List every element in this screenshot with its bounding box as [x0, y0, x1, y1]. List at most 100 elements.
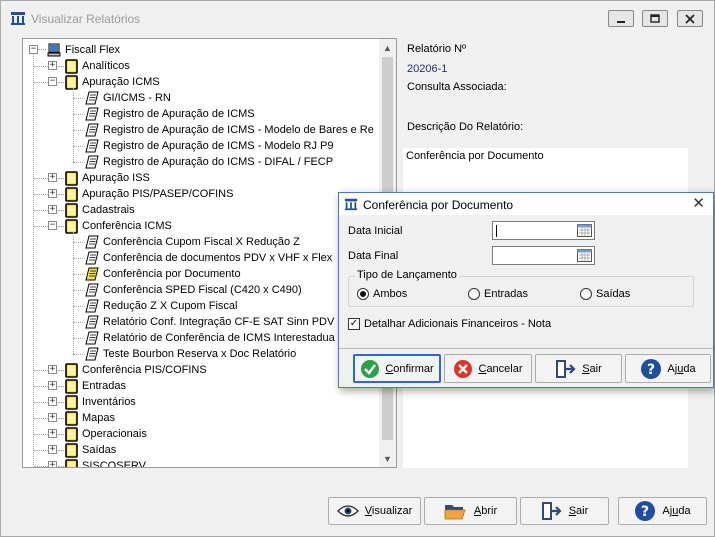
tree-item-label: GI/ICMS - RN — [103, 92, 171, 104]
exit-door-icon — [541, 502, 562, 520]
tree-report-item[interactable]: Conferência de documentos PDV x VHF x Fl… — [85, 250, 332, 266]
folder-icon — [65, 458, 78, 467]
tree-item-label: Inventários — [82, 396, 136, 408]
tree-expand-toggle[interactable]: + — [48, 413, 57, 422]
report-icon — [85, 235, 99, 249]
tree-folder-item[interactable]: SISCOSERV — [65, 458, 146, 467]
dialog-ajuda-button[interactable]: ? Ajuda — [625, 354, 711, 383]
tree-report-item[interactable]: Conferência SPED Fiscal (C420 x C490) — [85, 282, 302, 298]
detalhar-checkbox[interactable]: ✓ Detalhar Adicionais Financeiros - Nota — [348, 318, 551, 330]
cancel-circle-icon — [454, 359, 473, 378]
tree-item-label: Conferência SPED Fiscal (C420 x C490) — [103, 284, 302, 296]
radio-ambos[interactable]: Ambos — [357, 288, 407, 300]
report-icon — [85, 283, 99, 297]
folder-icon — [65, 74, 78, 90]
tree-report-item[interactable]: Registro de Apuração do ICMS - DIFAL / F… — [85, 154, 333, 170]
radio-dot[interactable] — [580, 288, 592, 300]
tree-item-label: Registro de Apuração de ICMS — [103, 108, 255, 120]
tree-collapse-toggle[interactable]: − — [48, 221, 57, 230]
report-icon — [85, 267, 99, 281]
tree-folder-item[interactable]: Conferência PIS/COFINS — [65, 362, 207, 378]
tree-folder-item[interactable]: Inventários — [65, 394, 136, 410]
data-inicial-label: Data Inicial — [348, 225, 403, 237]
tree-report-item[interactable]: Relatório Conf. Integração CF-E SAT Sinn… — [85, 314, 341, 330]
radio-dot[interactable] — [357, 288, 369, 300]
visualizar-button[interactable]: Visualizar — [328, 497, 421, 525]
report-icon — [85, 155, 99, 169]
tree-folder-item[interactable]: Conferência ICMS — [65, 218, 172, 234]
tree-expand-toggle[interactable]: + — [48, 397, 57, 406]
tree-root[interactable]: Fiscall Flex — [47, 42, 120, 58]
exit-door-icon — [556, 359, 576, 378]
tree-item-label: Conferência de documentos PDV x VHF x Fl… — [103, 252, 333, 264]
checkbox-box[interactable]: ✓ — [348, 318, 360, 330]
scroll-up-arrow-icon[interactable]: ▲ — [379, 39, 396, 56]
tree-expand-toggle[interactable]: + — [48, 189, 57, 198]
close-icon — [685, 13, 695, 24]
minimize-icon — [617, 20, 625, 23]
dialog-close-icon[interactable]: ✕ — [692, 196, 705, 211]
data-final-input[interactable] — [492, 246, 595, 265]
maximize-button[interactable] — [642, 10, 668, 27]
tree-item-label: Relatório de Conferência de ICMS Interes… — [103, 332, 335, 344]
tree-expand-toggle[interactable]: + — [48, 61, 57, 70]
check-circle-icon — [361, 359, 380, 378]
tree-expand-toggle[interactable]: + — [48, 173, 57, 182]
tree-collapse-toggle[interactable]: − — [29, 45, 38, 54]
folder-icon — [65, 218, 78, 234]
tree-report-item[interactable]: Registro de Apuração de ICMS — [85, 106, 255, 122]
tree-report-item[interactable]: Redução Z X Cupom Fiscal — [85, 298, 238, 314]
abrir-button[interactable]: Abrir — [424, 497, 517, 525]
tree-expand-toggle[interactable]: + — [48, 461, 57, 467]
tree-report-item[interactable]: Conferência Cupom Fiscal X Redução Z — [85, 234, 300, 250]
scroll-down-arrow-icon[interactable]: ▼ — [379, 450, 396, 467]
radio-dot[interactable] — [468, 288, 480, 300]
dialog-sair-button[interactable]: Sair — [535, 354, 622, 383]
calendar-icon[interactable] — [577, 224, 592, 237]
tree-report-item[interactable]: Teste Bourbon Reserva x Doc Relatório — [85, 346, 296, 362]
tree-folder-item[interactable]: Cadastrais — [65, 202, 135, 218]
confirmar-button[interactable]: Confirmar — [353, 354, 441, 383]
tree-report-item[interactable]: GI/ICMS - RN — [85, 90, 171, 106]
tree-folder-item[interactable]: Apuração ISS — [65, 170, 150, 186]
report-icon — [85, 315, 99, 329]
maximize-icon — [650, 13, 660, 23]
close-button[interactable] — [677, 10, 703, 27]
tree-report-item[interactable]: Relatório de Conferência de ICMS Interes… — [85, 330, 335, 346]
tree-report-item[interactable]: Registro de Apuração de ICMS - Modelo de… — [85, 122, 374, 138]
tree-folder-item[interactable]: Apuração PIS/PASEP/COFINS — [65, 186, 233, 202]
cancelar-button[interactable]: Cancelar — [444, 354, 532, 383]
data-inicial-input[interactable] — [492, 221, 595, 240]
eye-icon — [336, 505, 359, 517]
tree-report-item[interactable]: Conferência por Documento — [85, 266, 241, 282]
ajuda-button[interactable]: ? Ajuda — [618, 497, 707, 525]
tree-expand-toggle[interactable]: + — [48, 205, 57, 214]
tree-expand-toggle[interactable]: + — [48, 445, 57, 454]
tipo-lancamento-group: Tipo de Lançamento Ambos Entradas Saídas — [348, 269, 694, 307]
tree-folder-item[interactable]: Analíticos — [65, 58, 130, 74]
radio-saidas[interactable]: Saídas — [580, 288, 630, 300]
tree-expand-toggle[interactable]: + — [48, 365, 57, 374]
tree-folder-item[interactable]: Saídas — [65, 442, 116, 458]
tree-folder-item[interactable]: Apuração ICMS — [65, 74, 160, 90]
tree-folder-item[interactable]: Entradas — [65, 378, 126, 394]
tree-item-label: Registro de Apuração de ICMS - Modelo de… — [103, 124, 374, 136]
minimize-button[interactable] — [608, 10, 634, 27]
tree-folder-item[interactable]: Mapas — [65, 410, 115, 426]
tree-folder-item[interactable]: Operacionais — [65, 426, 147, 442]
main-window: Visualizar Relatórios − Fiscall Flex + A… — [0, 0, 715, 537]
tree-collapse-toggle[interactable]: − — [48, 77, 57, 86]
tree-expand-toggle[interactable]: + — [48, 429, 57, 438]
tree-item-label: Analíticos — [82, 60, 130, 72]
text-caret — [496, 225, 497, 237]
data-final-label: Data Final — [348, 250, 399, 262]
dialog-title: Conferência por Documento — [363, 198, 514, 212]
sair-button[interactable]: Sair — [520, 497, 609, 525]
tree-item-label: Conferência ICMS — [82, 220, 172, 232]
report-icon — [85, 107, 99, 121]
radio-entradas[interactable]: Entradas — [468, 288, 528, 300]
tree-report-item[interactable]: Registro de Apuração de ICMS - Modelo RJ… — [85, 138, 334, 154]
report-tree[interactable]: − Fiscall Flex + Analíticos − Apuração ICMS… — [23, 39, 380, 467]
tree-expand-toggle[interactable]: + — [48, 381, 57, 390]
calendar-icon[interactable] — [577, 249, 592, 262]
